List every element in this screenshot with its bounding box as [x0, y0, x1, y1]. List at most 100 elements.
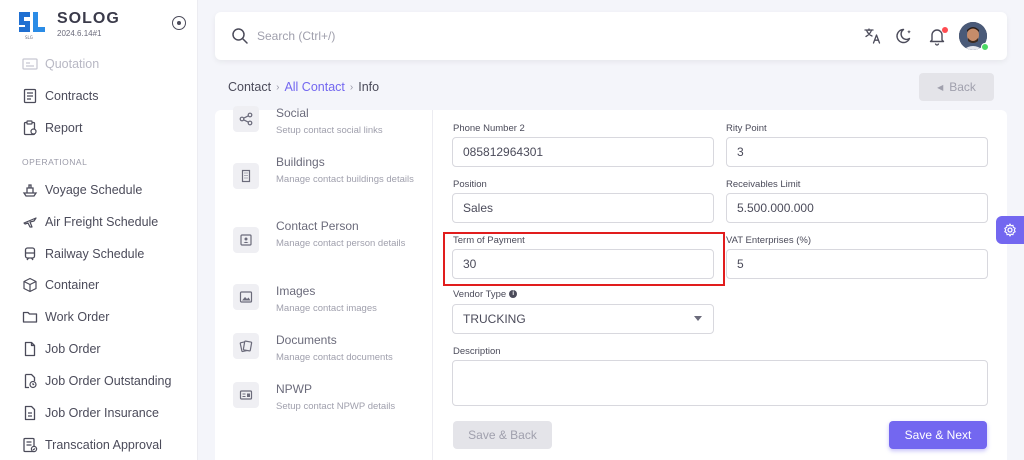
sidebar-item-job-order-outstanding[interactable]: Job Order Outstanding	[22, 371, 171, 391]
vendor-type-label-text: Vendor Type	[453, 289, 507, 300]
search-input[interactable]	[257, 26, 557, 46]
rity-point-input[interactable]	[726, 137, 988, 167]
sidebar-item-work-order[interactable]: Work Order	[22, 307, 109, 327]
sidebar-item-job-order-insurance[interactable]: Job Order Insurance	[22, 403, 159, 423]
file-icon	[22, 341, 38, 357]
translate-icon[interactable]	[863, 26, 883, 46]
sidebar-item-railway-schedule[interactable]: Railway Schedule	[22, 244, 144, 264]
sidebar-item-report[interactable]: Report	[22, 118, 83, 138]
sidebar-item-label: Job Order Insurance	[45, 406, 159, 420]
brand[interactable]: SLG SOLOG 2024.6.14#1	[16, 8, 191, 44]
ship-icon	[22, 182, 38, 198]
brand-name: SOLOG	[57, 10, 120, 27]
tab-title: Documents	[276, 333, 337, 347]
sidebar-section-operational: OPERATIONAL	[22, 157, 88, 167]
breadcrumb-contact[interactable]: Contact	[228, 80, 271, 94]
gear-icon	[1004, 223, 1016, 237]
sidebar-item-label: Job Order Outstanding	[45, 374, 172, 388]
vendor-type-label: Vendor Type i	[453, 289, 518, 300]
tab-description: Setup contact social links	[276, 125, 383, 136]
train-icon	[22, 246, 38, 262]
tab-description: Manage contact documents	[276, 352, 393, 363]
save-and-next-button[interactable]: Save & Next	[889, 421, 987, 449]
receivables-limit-label: Receivables Limit	[726, 179, 801, 190]
chevron-right-icon: ›	[349, 81, 354, 93]
search-icon[interactable]	[231, 27, 249, 45]
sidebar-item-label: Job Order	[45, 342, 101, 356]
sidebar-item-label: Contracts	[45, 89, 99, 103]
highlight-annotation-box	[443, 232, 725, 286]
sidebar-item-voyage-schedule[interactable]: Voyage Schedule	[22, 180, 142, 200]
notification-badge	[942, 27, 948, 33]
contact-tabs: Social Setup contact social links Buildi…	[215, 106, 433, 460]
solog-logo: SLG	[19, 12, 45, 40]
save-and-back-button[interactable]: Save & Back	[453, 421, 552, 449]
vat-enterprises-input[interactable]	[726, 249, 988, 279]
info-icon[interactable]: i	[509, 290, 518, 299]
sidebar-item-label: Railway Schedule	[45, 247, 145, 261]
breadcrumb-all-contact[interactable]: All Contact	[284, 80, 344, 94]
breadcrumb: Contact › All Contact › Info	[228, 80, 379, 94]
chevron-right-icon: ›	[276, 81, 280, 93]
quotation-icon	[22, 56, 38, 72]
sidebar-item-job-order[interactable]: Job Order	[22, 339, 101, 359]
building-icon	[233, 163, 259, 189]
contracts-icon	[22, 88, 38, 104]
sidebar: SLG SOLOG 2024.6.14#1 Quotation Contract…	[0, 0, 198, 460]
sidebar-item-transcation-approval[interactable]: Transcation Approval	[22, 435, 162, 455]
logo-caption: SLG	[25, 35, 33, 40]
back-button[interactable]: ◀ Back	[919, 73, 994, 101]
image-icon	[233, 284, 259, 310]
caret-down-icon	[694, 316, 702, 321]
tab-description: Manage contact buildings details	[276, 174, 414, 185]
report-icon	[22, 120, 38, 136]
documents-icon	[233, 333, 259, 359]
online-status-dot	[981, 43, 989, 51]
description-label: Description	[453, 346, 501, 357]
tab-description: Manage contact images	[276, 303, 377, 314]
theme-moon-icon[interactable]	[895, 26, 915, 46]
sidebar-item-container[interactable]: Container	[22, 275, 99, 295]
sidebar-item-label: Quotation	[45, 57, 100, 71]
folder-icon	[22, 309, 38, 325]
sidebar-item-label: Report	[45, 121, 83, 135]
box-icon	[22, 277, 38, 293]
vendor-type-select[interactable]: TRUCKING	[452, 304, 714, 334]
position-input[interactable]	[452, 193, 714, 223]
customizer-toggle[interactable]	[996, 216, 1024, 244]
tab-title: Buildings	[276, 155, 325, 169]
tab-title: Images	[276, 284, 316, 298]
sidebar-item-quotation[interactable]: Quotation	[22, 54, 99, 74]
sidebar-item-label: Work Order	[45, 310, 110, 324]
breadcrumb-bar: Contact › All Contact › Info ◀ Back	[215, 66, 1007, 110]
receivables-limit-input[interactable]	[726, 193, 988, 223]
chevron-left-icon: ◀	[937, 82, 944, 92]
top-navbar	[215, 12, 1007, 60]
vendor-type-value: TRUCKING	[463, 312, 526, 326]
sidebar-item-contracts[interactable]: Contracts	[22, 86, 99, 106]
sidebar-item-label: Voyage Schedule	[45, 183, 143, 197]
tab-title: NPWP	[276, 382, 312, 396]
tab-description: Setup contact NPWP details	[276, 401, 396, 412]
phone2-input[interactable]	[452, 137, 714, 167]
tab-title: Social	[276, 106, 309, 120]
sidebar-item-label: Air Freight Schedule	[45, 215, 159, 229]
sidebar-item-label: Container	[45, 278, 100, 292]
sidebar-toggle-icon[interactable]	[172, 16, 186, 30]
tab-description: Manage contact person details	[276, 238, 406, 249]
description-textarea[interactable]	[452, 360, 988, 406]
sidebar-item-label: Transcation Approval	[45, 438, 162, 452]
sidebar-item-air-freight-schedule[interactable]: Air Freight Schedule	[22, 212, 158, 232]
vat-enterprises-label: VAT Enterprises (%)	[726, 235, 811, 246]
phone2-label: Phone Number 2	[453, 123, 525, 134]
breadcrumb-info: Info	[358, 80, 380, 94]
id-card-icon	[233, 227, 259, 253]
brand-version: 2024.6.14#1	[57, 29, 102, 38]
file-clock-icon	[22, 373, 38, 389]
back-button-label: Back	[949, 80, 976, 94]
position-label: Position	[453, 179, 487, 190]
share-icon	[233, 106, 259, 132]
plane-icon	[22, 214, 38, 230]
list-check-icon	[22, 437, 38, 453]
tax-card-icon	[233, 382, 259, 408]
